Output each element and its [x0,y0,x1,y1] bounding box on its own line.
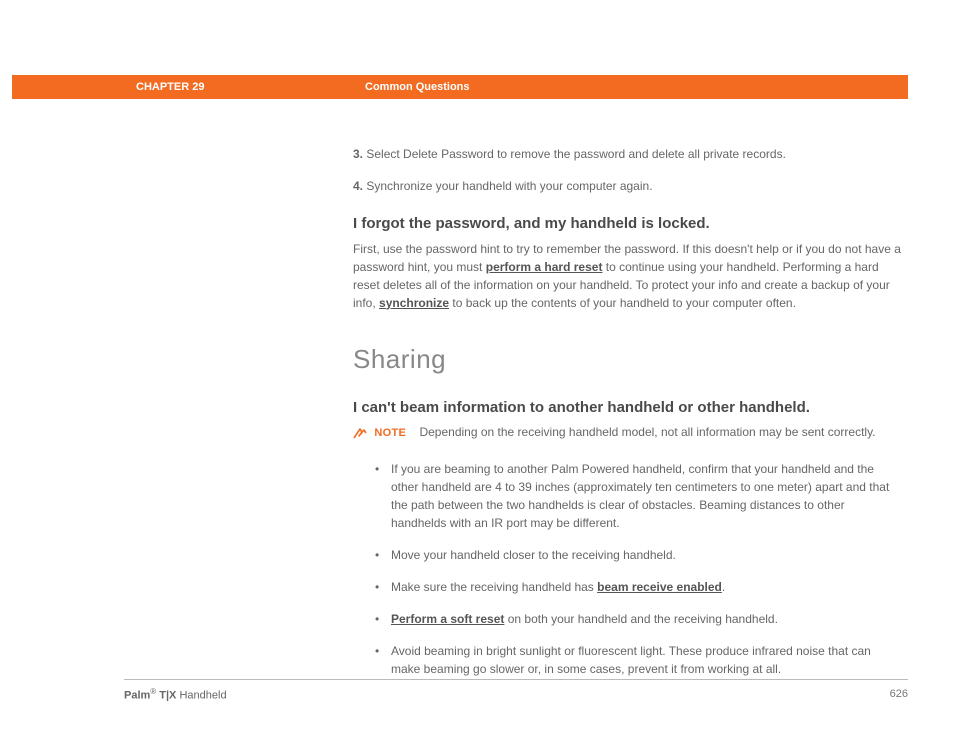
link-hard-reset[interactable]: perform a hard reset [486,260,603,274]
page: CHAPTER 29 Common Questions 3. Select De… [0,0,954,738]
link-soft-reset[interactable]: Perform a soft reset [391,612,504,626]
heading-forgot-password: I forgot the password, and my handheld i… [353,213,908,236]
note-text: Depending on the receiving handheld mode… [419,425,875,439]
chapter-label: CHAPTER 29 [136,79,204,96]
step-number: 4. [353,179,363,193]
step-text: Synchronize your handheld with your comp… [366,179,652,193]
model: T|X [156,690,176,702]
step-text: Select Delete Password to remove the pas… [366,147,786,161]
text: to back up the contents of your handheld… [449,296,796,310]
note-row: NOTE Depending on the receiving handheld… [353,423,908,442]
note-label: NOTE [374,427,406,439]
bullet-list: If you are beaming to another Palm Power… [353,460,908,678]
footer: Palm® T|X Handheld 626 [124,679,908,704]
list-item: Perform a soft reset on both your handhe… [391,610,908,628]
list-item: Avoid beaming in bright sunlight or fluo… [391,642,908,678]
header-accent-right [124,75,908,99]
section-label: Common Questions [365,79,470,96]
content-area: 3. Select Delete Password to remove the … [353,145,908,692]
step-4: 4. Synchronize your handheld with your c… [353,177,908,195]
header-bar: CHAPTER 29 Common Questions [12,75,908,99]
product-type: Handheld [176,690,226,702]
brand: Palm [124,690,150,702]
heading-sharing: Sharing [353,340,908,379]
list-item: Move your handheld closer to the receivi… [391,546,908,564]
note-icon [353,427,367,439]
note-text [409,425,419,439]
text: on both your handheld and the receiving … [504,612,778,626]
paragraph-forgot: First, use the password hint to try to r… [353,240,908,312]
header-accent-left [12,75,124,99]
link-synchronize[interactable]: synchronize [379,296,449,310]
product-label: Palm® T|X Handheld [124,686,227,704]
page-number: 626 [890,686,908,704]
list-item: If you are beaming to another Palm Power… [391,460,908,532]
heading-cant-beam: I can't beam information to another hand… [353,397,908,420]
text: . [722,580,725,594]
list-item: Make sure the receiving handheld has bea… [391,578,908,596]
link-beam-receive[interactable]: beam receive enabled [597,580,722,594]
step-3: 3. Select Delete Password to remove the … [353,145,908,163]
text: Make sure the receiving handheld has [391,580,597,594]
step-number: 3. [353,147,363,161]
